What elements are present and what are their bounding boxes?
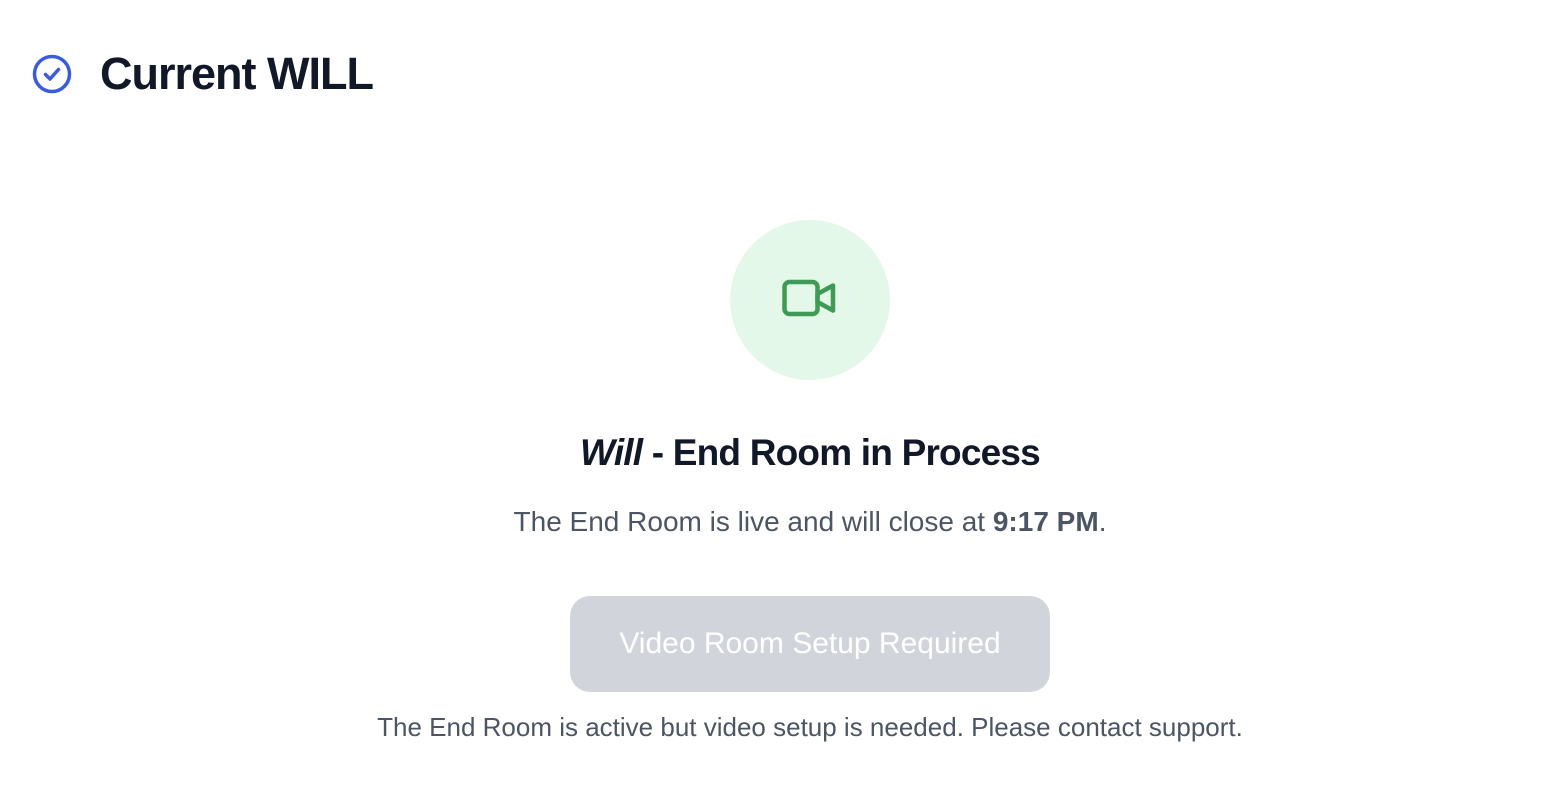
video-camera-icon	[782, 278, 838, 323]
room-title: Will - End Room in Process	[0, 432, 1544, 474]
room-status-prefix: The End Room is live and will close at	[513, 506, 993, 537]
will-status-page: Current WILL Will - End Room in Process …	[0, 0, 1544, 812]
check-circle-icon	[30, 52, 74, 96]
video-room-setup-button[interactable]: Video Room Setup Required	[570, 596, 1050, 692]
page-header: Current WILL	[30, 44, 374, 104]
room-status-text: The End Room is live and will close at 9…	[0, 506, 1544, 538]
help-text: The End Room is active but video setup i…	[377, 712, 1243, 742]
room-status-suffix: .	[1098, 506, 1107, 537]
room-title-name: Will	[580, 432, 643, 473]
video-status-badge	[730, 220, 890, 380]
room-title-status: - End Room in Process	[642, 432, 1041, 473]
page-title: Current WILL	[100, 48, 374, 99]
close-time: 9:17 PM	[992, 506, 1099, 537]
